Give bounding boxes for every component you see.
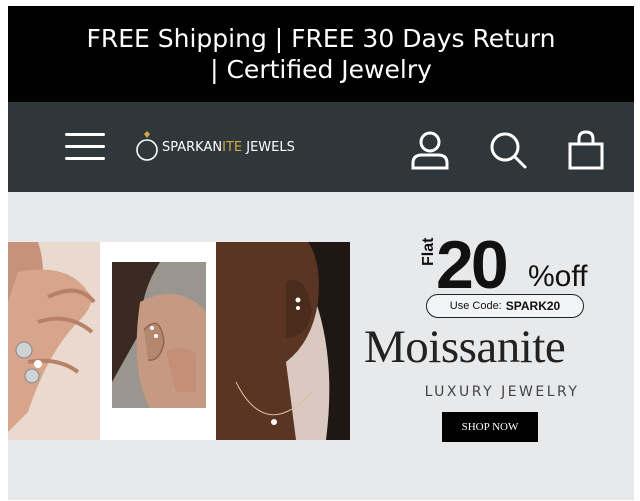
- coupon-code: SPARK20: [505, 299, 561, 313]
- banner-subhead: LUXURY JEWELRY: [424, 384, 580, 400]
- discount-value: 20: [436, 227, 509, 303]
- announcement-text: FREE Shipping | FREE 30 Days Return | Ce…: [86, 24, 556, 84]
- shop-now-button[interactable]: SHOP NOW: [442, 412, 538, 442]
- discount-off-label: %off: [528, 260, 588, 293]
- account-icon[interactable]: [408, 130, 452, 170]
- hand-rings-photo: [8, 242, 100, 440]
- ear-earrings-photo: [100, 242, 216, 440]
- announcement-bar: FREE Shipping | FREE 30 Days Return | Ce…: [8, 6, 634, 102]
- hero-banner[interactable]: Flat 20 %off Use Code: SPARK20 Moissanite…: [8, 192, 634, 500]
- promo-block: Flat 20 %off Use Code: SPARK20 Moissanite…: [360, 227, 634, 462]
- site-logo[interactable]: SPARKANITE JEWELS: [134, 130, 295, 164]
- site-header: SPARKANITE JEWELS: [8, 102, 634, 192]
- logo-text: SPARKANITE JEWELS: [162, 139, 295, 155]
- model-necklace-photo: [216, 242, 350, 440]
- ring-logo-icon: [136, 131, 158, 161]
- shopping-bag-icon[interactable]: [564, 130, 608, 170]
- menu-icon[interactable]: [65, 133, 105, 161]
- coupon-code-badge: Use Code: SPARK20: [426, 294, 584, 318]
- search-icon[interactable]: [486, 130, 530, 170]
- banner-headline: Moissanite: [364, 321, 566, 373]
- mobile-page: FREE Shipping | FREE 30 Days Return | Ce…: [8, 6, 634, 500]
